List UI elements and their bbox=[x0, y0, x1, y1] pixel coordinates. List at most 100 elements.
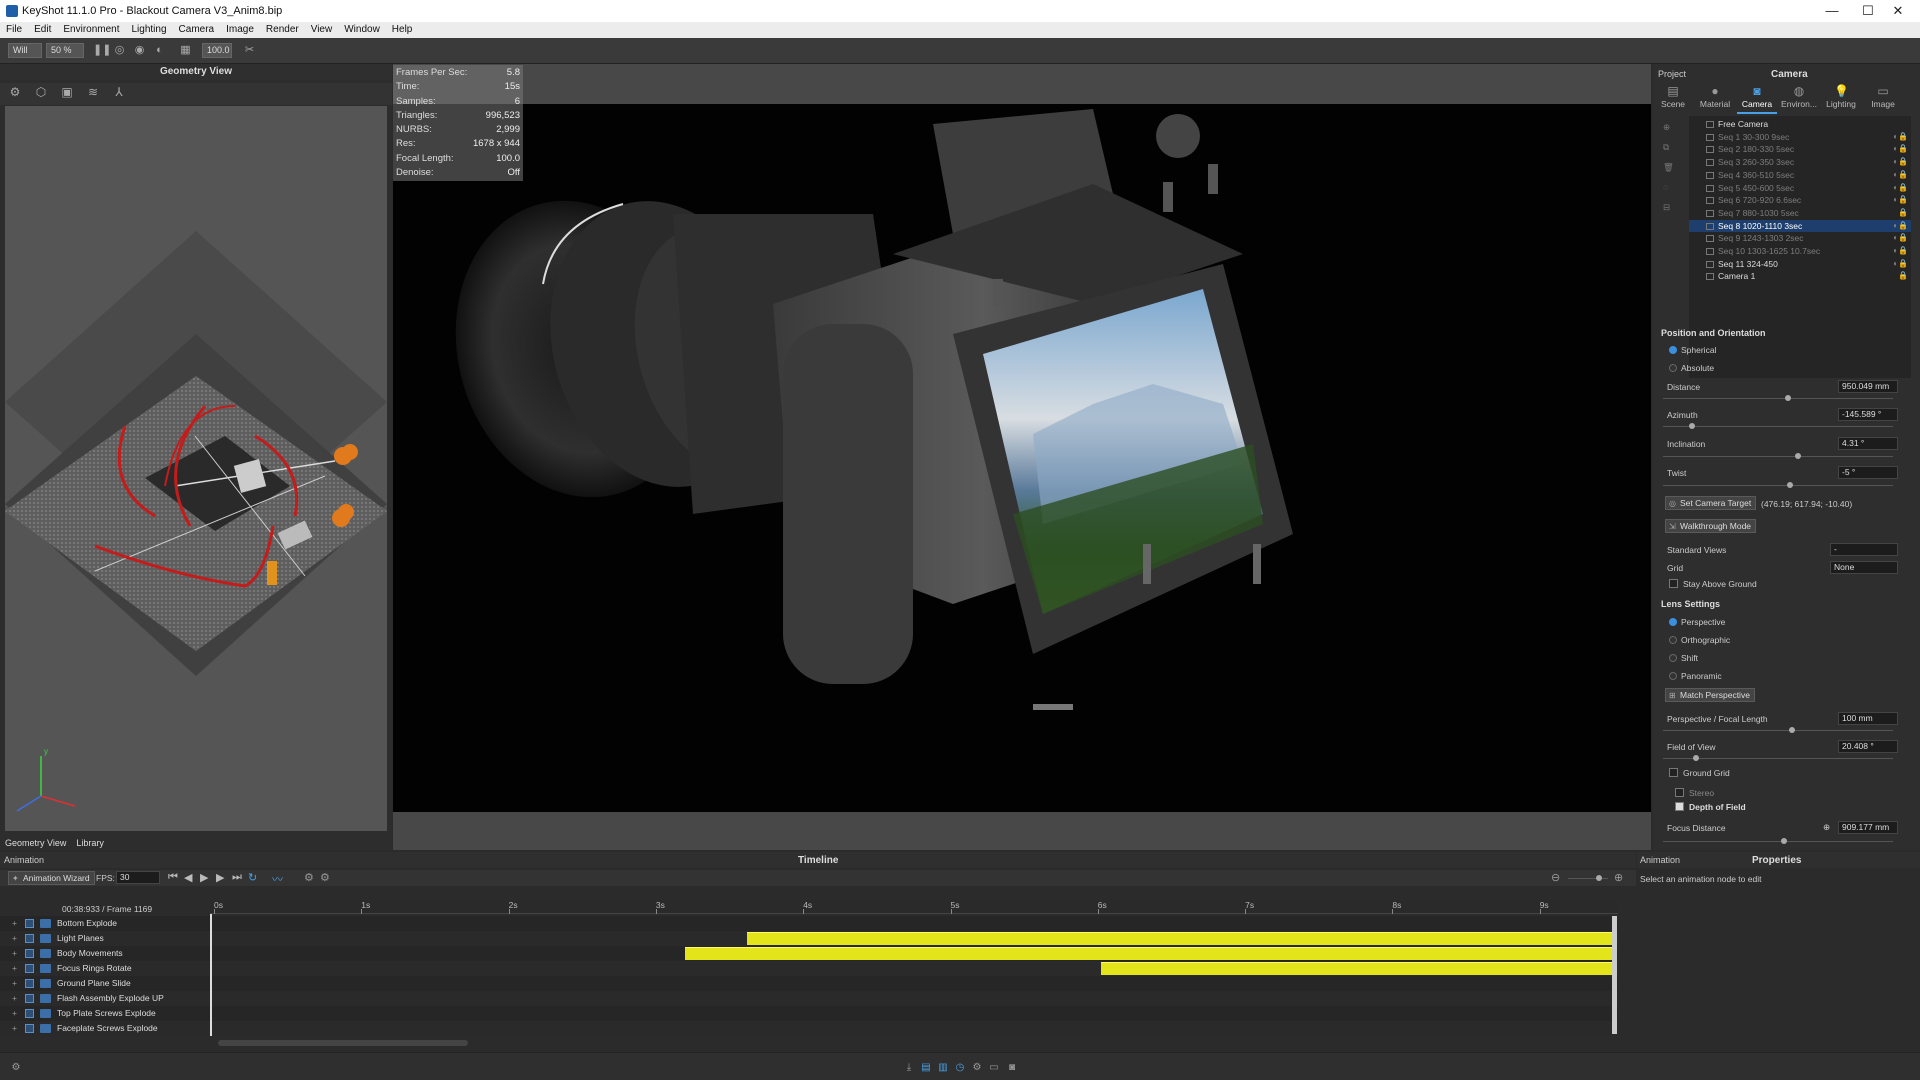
menu-window[interactable]: Window bbox=[338, 22, 386, 35]
tab-material[interactable]: ● Material bbox=[1695, 82, 1735, 114]
expand-icon[interactable]: + bbox=[12, 961, 17, 976]
expand-icon[interactable]: + bbox=[12, 1006, 17, 1021]
gear-icon[interactable]: ⚙ bbox=[10, 1062, 22, 1074]
render-icon[interactable]: ▭ bbox=[988, 1062, 1000, 1074]
expand-icon[interactable]: + bbox=[12, 991, 17, 1006]
value-field[interactable]: 100.0 bbox=[202, 43, 232, 58]
zoom-in-icon[interactable]: ⊕ bbox=[1614, 871, 1623, 884]
go-to-end-icon[interactable]: ⏭ bbox=[232, 871, 242, 884]
tab-scene[interactable]: ▤ Scene bbox=[1653, 82, 1693, 114]
track-checkbox[interactable] bbox=[25, 919, 34, 928]
timeline-track-row[interactable]: + Focus Rings Rotate bbox=[0, 961, 1618, 976]
track-checkbox[interactable] bbox=[25, 1009, 34, 1018]
track-clip-bar[interactable] bbox=[747, 932, 1612, 945]
azimuth-field[interactable]: -145.589 ° bbox=[1838, 408, 1898, 421]
grid-dropdown[interactable]: None bbox=[1830, 561, 1898, 574]
camera-item[interactable]: Seq 7 880-1030 5sec 🔒 bbox=[1689, 207, 1911, 220]
timeline-track-row[interactable]: + Top Plate Screws Explode bbox=[0, 1006, 1618, 1021]
fov-slider[interactable] bbox=[1663, 755, 1893, 761]
menu-file[interactable]: File bbox=[0, 22, 28, 35]
expand-icon[interactable]: + bbox=[12, 931, 17, 946]
position-section-header[interactable]: Position and Orientation bbox=[1661, 328, 1766, 338]
menu-lighting[interactable]: Lighting bbox=[126, 22, 173, 35]
close-button[interactable]: ✕ bbox=[1876, 0, 1920, 22]
loop-icon[interactable]: ↻ bbox=[248, 871, 257, 884]
lock-camera-icon[interactable]: ◌ bbox=[1663, 182, 1668, 192]
expand-icon[interactable]: + bbox=[12, 946, 17, 961]
settings-icon[interactable]: ⚙ bbox=[304, 871, 314, 884]
zoom-dropdown[interactable]: 50 % bbox=[46, 43, 84, 58]
panoramic-radio[interactable] bbox=[1669, 672, 1677, 680]
depth-of-field-checkbox[interactable] bbox=[1675, 802, 1684, 811]
timeline-track-row[interactable]: + Faceplate Screws Explode bbox=[0, 1021, 1618, 1036]
layers-icon[interactable]: ≋ bbox=[84, 85, 102, 103]
track-checkbox[interactable] bbox=[25, 994, 34, 1003]
zoom-out-icon[interactable]: ⊖ bbox=[1551, 871, 1560, 884]
absolute-radio[interactable] bbox=[1669, 364, 1677, 372]
inclination-slider[interactable] bbox=[1663, 453, 1893, 459]
add-camera-icon[interactable]: ⊕ bbox=[1663, 122, 1670, 133]
pause-icon[interactable]: ❚❚ bbox=[93, 44, 111, 57]
camera-item[interactable]: Seq 4 360-510 5sec ◐🔒 bbox=[1689, 169, 1911, 182]
focal-length-slider[interactable] bbox=[1663, 727, 1893, 733]
track-clip-bar[interactable] bbox=[1100, 962, 1612, 975]
stereo-label[interactable]: Stereo bbox=[1689, 788, 1714, 798]
fps-field[interactable]: 30 bbox=[116, 871, 160, 884]
spherical-radio[interactable] bbox=[1669, 346, 1677, 354]
tab-camera[interactable]: ◙ Camera bbox=[1737, 82, 1777, 114]
track-checkbox[interactable] bbox=[25, 934, 34, 943]
camera-item-selected[interactable]: Seq 8 1020-1110 3sec ◐🔒 bbox=[1689, 219, 1911, 233]
project-icon[interactable]: ▥ bbox=[937, 1062, 949, 1074]
camera-item[interactable]: Seq 1 30-300 9sec ◐🔒 bbox=[1689, 131, 1911, 144]
timeline-scrollbar[interactable] bbox=[218, 1040, 468, 1046]
camera-item[interactable]: Free Camera bbox=[1689, 118, 1911, 131]
expand-icon[interactable]: + bbox=[12, 976, 17, 991]
animation-icon[interactable]: ◷ bbox=[954, 1062, 966, 1074]
camera-item[interactable]: Seq 10 1303-1625 10.7sec ◐🔒 bbox=[1689, 245, 1911, 258]
region-icon[interactable]: ▦ bbox=[179, 44, 192, 57]
fov-field[interactable]: 20.408 ° bbox=[1838, 740, 1898, 753]
focal-length-field[interactable]: 100 mm bbox=[1838, 712, 1898, 725]
cube-icon[interactable]: ⬡ bbox=[32, 85, 50, 103]
shift-radio[interactable] bbox=[1669, 654, 1677, 662]
track-checkbox[interactable] bbox=[25, 1024, 34, 1033]
track-checkbox[interactable] bbox=[25, 949, 34, 958]
focus-distance-field[interactable]: 909.177 mm bbox=[1838, 821, 1898, 834]
camera-item[interactable]: Seq 3 260-350 3sec ◐🔒 bbox=[1689, 156, 1911, 169]
menu-environment[interactable]: Environment bbox=[57, 22, 125, 35]
twist-slider[interactable] bbox=[1663, 482, 1893, 488]
ground-grid-checkbox[interactable] bbox=[1669, 768, 1678, 777]
performance-icon[interactable]: ◎ bbox=[113, 44, 126, 57]
workspace-dropdown[interactable]: Will bbox=[8, 43, 42, 58]
menu-edit[interactable]: Edit bbox=[28, 22, 57, 35]
library-icon[interactable]: ▤ bbox=[920, 1062, 932, 1074]
menu-image[interactable]: Image bbox=[220, 22, 260, 35]
camera-item[interactable]: Seq 11 324-450 ◐🔒 bbox=[1689, 258, 1911, 271]
lens-section-header[interactable]: Lens Settings bbox=[1661, 599, 1720, 609]
expand-icon[interactable]: + bbox=[12, 916, 17, 931]
play-icon[interactable]: ▶ bbox=[200, 871, 208, 884]
timeline-track-row[interactable]: + Body Movements bbox=[0, 946, 1618, 961]
tab-image[interactable]: ▭ Image bbox=[1863, 82, 1903, 114]
keyframe-settings-icon[interactable]: ⚙ bbox=[320, 871, 330, 884]
go-to-start-icon[interactable]: ⏮ bbox=[168, 871, 178, 884]
save-camera-icon[interactable]: ⊟ bbox=[1663, 202, 1670, 213]
depth-of-field-label[interactable]: Depth of Field bbox=[1689, 802, 1746, 812]
timeline-ruler[interactable]: 0s 1s 2s 3s 4s 5s 6s 7s 8s 9s bbox=[210, 900, 1618, 914]
keyshotxr-icon[interactable]: ⚙ bbox=[971, 1062, 983, 1074]
tab-library[interactable]: Library bbox=[71, 838, 109, 848]
menu-camera[interactable]: Camera bbox=[173, 22, 221, 35]
distance-field[interactable]: 950.049 mm bbox=[1838, 380, 1898, 393]
camera-item[interactable]: Seq 2 180-330 5sec ◐🔒 bbox=[1689, 143, 1911, 156]
perspective-radio[interactable] bbox=[1669, 618, 1677, 626]
timeline-vertical-scrollbar[interactable] bbox=[1612, 916, 1617, 1034]
distance-slider[interactable] bbox=[1663, 395, 1893, 401]
azimuth-slider[interactable] bbox=[1663, 423, 1893, 429]
expand-icon[interactable]: + bbox=[12, 1021, 17, 1036]
track-checkbox[interactable] bbox=[25, 964, 34, 973]
match-perspective-button[interactable]: ⊞ Match Perspective bbox=[1665, 688, 1755, 702]
geometry-viewport[interactable]: y bbox=[5, 106, 387, 831]
standard-views-dropdown[interactable]: - bbox=[1830, 543, 1898, 556]
properties-tab-animation[interactable]: Animation bbox=[1640, 855, 1680, 865]
tab-geometry-view[interactable]: Geometry View bbox=[0, 838, 71, 848]
